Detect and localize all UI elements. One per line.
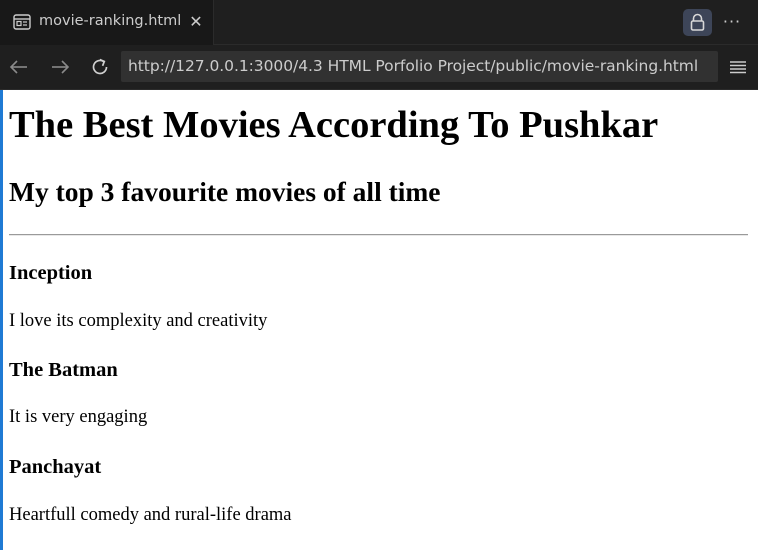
url-text: http://127.0.0.1:3000/4.3 HTML Porfolio … — [128, 57, 699, 75]
movie-description-3: Heartfull comedy and rural-life drama — [9, 505, 292, 525]
arrow-right-icon[interactable] — [47, 54, 73, 80]
tab-title: movie-ranking.html — [39, 13, 182, 29]
url-bar[interactable]: http://127.0.0.1:3000/4.3 HTML Porfolio … — [121, 51, 718, 82]
horizontal-divider — [9, 234, 748, 236]
tab-bar: movie-ranking.html ✕ ··· — [0, 0, 758, 45]
page-title: The Best Movies According To Pushkar — [9, 104, 659, 146]
tab-movie-ranking[interactable]: movie-ranking.html ✕ — [0, 0, 214, 45]
more-actions-icon[interactable]: ··· — [720, 10, 744, 34]
navigation-bar: http://127.0.0.1:3000/4.3 HTML Porfolio … — [0, 45, 758, 90]
hamburger-menu-icon[interactable] — [727, 55, 749, 79]
movie-description-1: I love its complexity and creativity — [9, 311, 268, 331]
movie-title-2: The Batman — [9, 359, 118, 381]
movie-title-3: Panchayat — [9, 456, 102, 478]
arrow-left-icon[interactable] — [6, 54, 32, 80]
movie-description-2: It is very engaging — [9, 407, 148, 427]
browser-preview-icon — [13, 14, 31, 30]
movie-title-1: Inception — [9, 262, 93, 284]
reload-icon[interactable] — [87, 54, 113, 80]
page-subtitle: My top 3 favourite movies of all time — [9, 176, 441, 207]
close-icon[interactable]: ✕ — [186, 12, 206, 32]
lock-icon — [683, 13, 712, 40]
lock-button[interactable] — [683, 9, 712, 36]
